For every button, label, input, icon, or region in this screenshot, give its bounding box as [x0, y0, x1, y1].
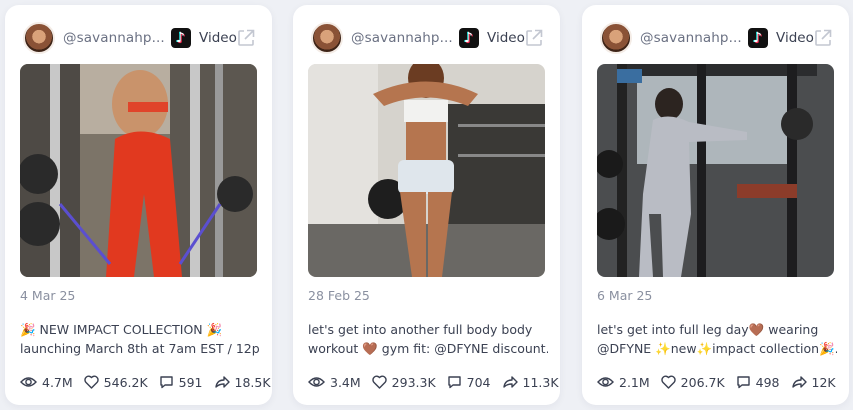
likes-count: 293.3K — [391, 374, 436, 390]
likes-stat: 293.3K — [371, 374, 436, 390]
thumbnail-image — [20, 64, 257, 277]
likes-count: 206.7K — [680, 374, 725, 390]
shares-count: 12K — [811, 374, 836, 390]
post-date: 6 Mar 25 — [597, 288, 653, 303]
views-count: 2.1M — [619, 374, 650, 390]
caption-line: let's get into full leg day🤎 wearing — [597, 322, 819, 337]
creator-handle[interactable]: @savannahp... — [63, 30, 165, 46]
views-count: 4.7M — [42, 374, 73, 390]
comments-stat: 591 — [159, 375, 203, 390]
post-date: 4 Mar 25 — [20, 288, 76, 303]
shares-stat: 11.3K — [502, 375, 559, 390]
views-stat: 3.4M — [308, 375, 361, 390]
creator-handle[interactable]: @savannahp... — [640, 30, 742, 46]
caption-line: let's get into another full body body — [308, 322, 533, 337]
caption-line: @DFYNE ✨new✨impact collection🎉... — [597, 341, 837, 356]
external-link-icon[interactable] — [236, 28, 256, 48]
comment-icon — [447, 376, 461, 389]
caption-line: 🎉 NEW IMPACT COLLECTION 🎉 — [20, 322, 223, 337]
post-caption: let's get into another full body body wo… — [308, 320, 548, 358]
comments-stat: 704 — [447, 375, 491, 390]
tiktok-icon: ♪ ♪ ♪ — [171, 28, 191, 48]
card-header: @savannahp... ♪ ♪ ♪ Video — [23, 22, 256, 56]
comments-stat: 498 — [736, 375, 780, 390]
caption-line: launching March 8th at 7am EST / 12pm... — [20, 341, 260, 356]
avatar[interactable] — [311, 22, 343, 54]
caption-line: workout 🤎 gym fit: @DFYNE discount... — [308, 341, 548, 356]
shares-count: 18.5K — [234, 374, 271, 390]
thumbnail-image — [597, 64, 834, 277]
eye-icon — [597, 377, 614, 387]
heart-icon — [83, 375, 99, 389]
share-icon — [791, 376, 807, 388]
comments-count: 704 — [466, 374, 491, 390]
post-thumbnail[interactable] — [20, 64, 257, 277]
likes-stat: 206.7K — [660, 374, 725, 390]
creator-handle[interactable]: @savannahp... — [351, 30, 453, 46]
media-type-label: Video — [776, 30, 814, 46]
post-caption: let's get into full leg day🤎 wearing @DF… — [597, 320, 837, 358]
comments-count: 498 — [755, 374, 780, 390]
heart-icon — [660, 375, 676, 389]
views-stat: 4.7M — [20, 375, 73, 390]
card-header: @savannahp... ♪ ♪ ♪ Video — [600, 22, 833, 56]
thumbnail-image — [308, 64, 545, 277]
post-card[interactable]: @savannahp... ♪ ♪ ♪ Video 28 Feb 25 let'… — [293, 5, 560, 405]
post-stats: 4.7M 546.2K 591 18.5K — [20, 373, 271, 391]
shares-stat: 18.5K — [214, 375, 271, 390]
views-stat: 2.1M — [597, 375, 650, 390]
tiktok-icon: ♪ ♪ ♪ — [748, 28, 768, 48]
share-icon — [214, 376, 230, 388]
post-stats: 2.1M 206.7K 498 12K — [597, 373, 839, 391]
shares-stat: 12K — [791, 375, 836, 390]
avatar[interactable] — [23, 22, 55, 54]
eye-icon — [308, 377, 325, 387]
post-caption: 🎉 NEW IMPACT COLLECTION 🎉 launching Marc… — [20, 320, 260, 358]
post-card[interactable]: @savannahp... ♪ ♪ ♪ Video 6 Mar 25 let's… — [582, 5, 849, 405]
post-thumbnail[interactable] — [308, 64, 545, 277]
avatar[interactable] — [600, 22, 632, 54]
comments-count: 591 — [178, 374, 203, 390]
media-type-label: Video — [487, 30, 525, 46]
external-link-icon[interactable] — [813, 28, 833, 48]
comment-icon — [736, 376, 750, 389]
shares-count: 11.3K — [522, 374, 559, 390]
views-count: 3.4M — [330, 374, 361, 390]
post-stats: 3.4M 293.3K 704 11.3K — [308, 373, 559, 391]
share-icon — [502, 376, 518, 388]
heart-icon — [371, 375, 387, 389]
post-card[interactable]: @savannahp... ♪ ♪ ♪ Video 4 Mar 25 🎉 NEW… — [5, 5, 272, 405]
eye-icon — [20, 377, 37, 387]
post-thumbnail[interactable] — [597, 64, 834, 277]
external-link-icon[interactable] — [524, 28, 544, 48]
likes-count: 546.2K — [103, 374, 148, 390]
tiktok-icon: ♪ ♪ ♪ — [459, 28, 479, 48]
media-type-label: Video — [199, 30, 237, 46]
card-header: @savannahp... ♪ ♪ ♪ Video — [311, 22, 544, 56]
comment-icon — [159, 376, 173, 389]
likes-stat: 546.2K — [83, 374, 148, 390]
post-date: 28 Feb 25 — [308, 288, 370, 303]
